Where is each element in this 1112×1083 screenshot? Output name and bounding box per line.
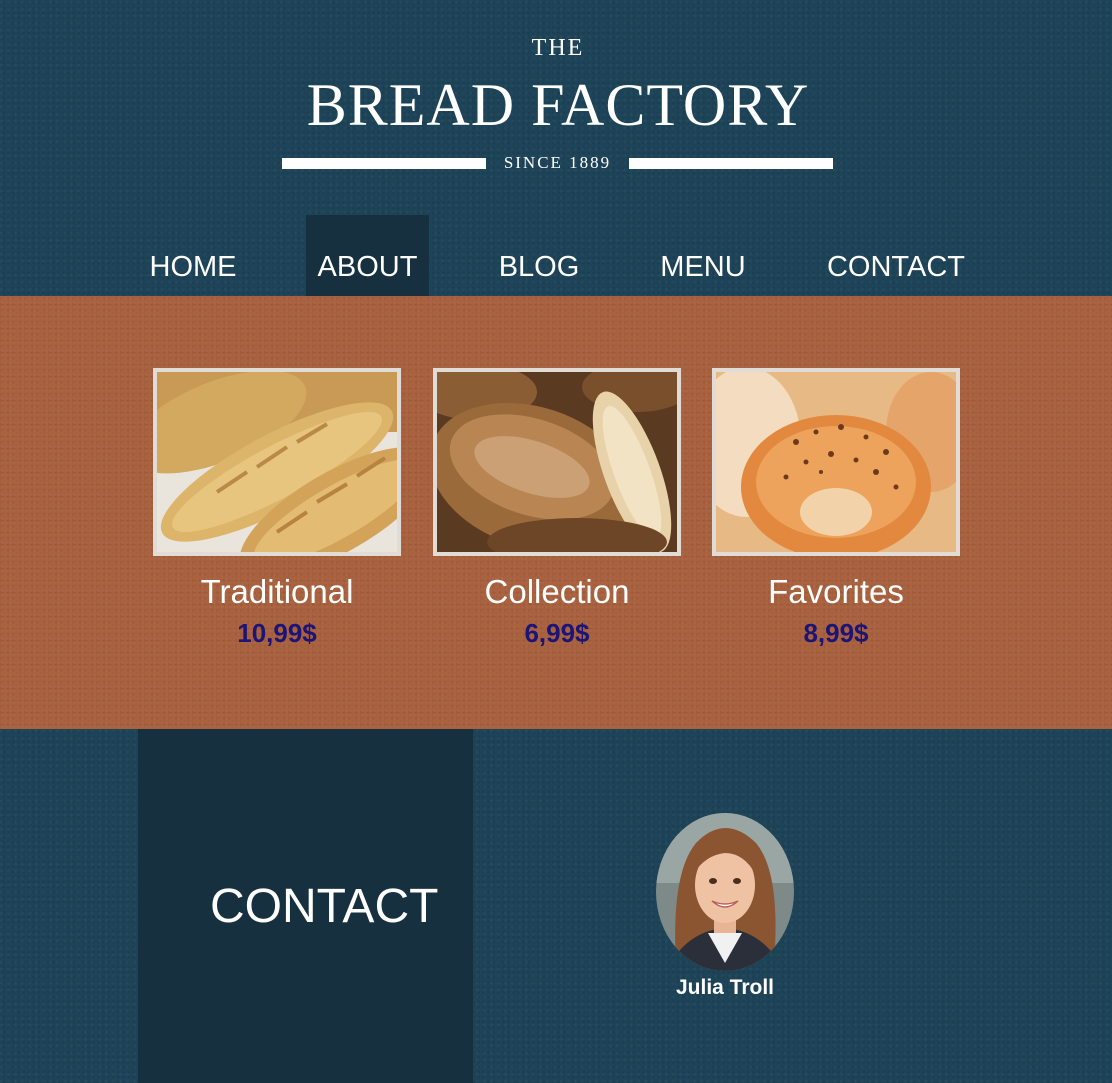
contact-heading: CONTACT — [210, 880, 439, 933]
baguettes-photo[interactable] — [153, 368, 401, 556]
site-header: THE BREAD FACTORY SINCE 1889 HOME ABOUT … — [0, 0, 1112, 296]
logo-since: SINCE 1889 — [503, 153, 612, 172]
product-title: Collection — [484, 573, 630, 610]
nav-item-about[interactable]: ABOUT — [306, 215, 429, 296]
nav-item-contact[interactable]: CONTACT — [816, 215, 976, 296]
logo-name: BREAD FACTORY — [306, 72, 810, 138]
nav-item-home[interactable]: HOME — [140, 215, 246, 296]
logo-rule-right — [629, 158, 833, 169]
product-price: 6,99$ — [524, 618, 590, 648]
nav-item-menu[interactable]: MENU — [646, 215, 760, 296]
product-card-traditional[interactable]: Traditional 10,99$ — [153, 368, 401, 648]
product-card-collection[interactable]: Collection 6,99$ — [433, 368, 681, 648]
product-card-favorites[interactable]: Favorites 8,99$ — [712, 368, 960, 648]
bread-factory-logo[interactable]: THE BREAD FACTORY SINCE 1889 — [282, 32, 834, 172]
logo-rule-left — [282, 158, 486, 169]
nav-item-blog[interactable]: BLOG — [484, 215, 594, 296]
product-title: Traditional — [200, 573, 354, 610]
product-price: 10,99$ — [237, 618, 317, 648]
avatar[interactable] — [656, 813, 794, 971]
products-section: Traditional 10,99$ Collection 6,99$ Favo… — [0, 296, 1112, 729]
rustic-loaves-photo[interactable] — [433, 368, 681, 556]
logo-the: THE — [531, 35, 585, 61]
product-title: Favorites — [768, 573, 904, 610]
bagels-photo[interactable] — [712, 368, 960, 556]
contact-section: CONTACT Julia Troll — [0, 729, 1112, 1083]
person-name: Julia Troll — [675, 976, 775, 999]
contact-panel: CONTACT — [138, 729, 473, 1083]
main-nav: HOME ABOUT BLOG MENU CONTACT — [0, 215, 1112, 296]
contact-person[interactable]: Julia Troll — [645, 813, 805, 1000]
product-price: 8,99$ — [803, 618, 869, 648]
